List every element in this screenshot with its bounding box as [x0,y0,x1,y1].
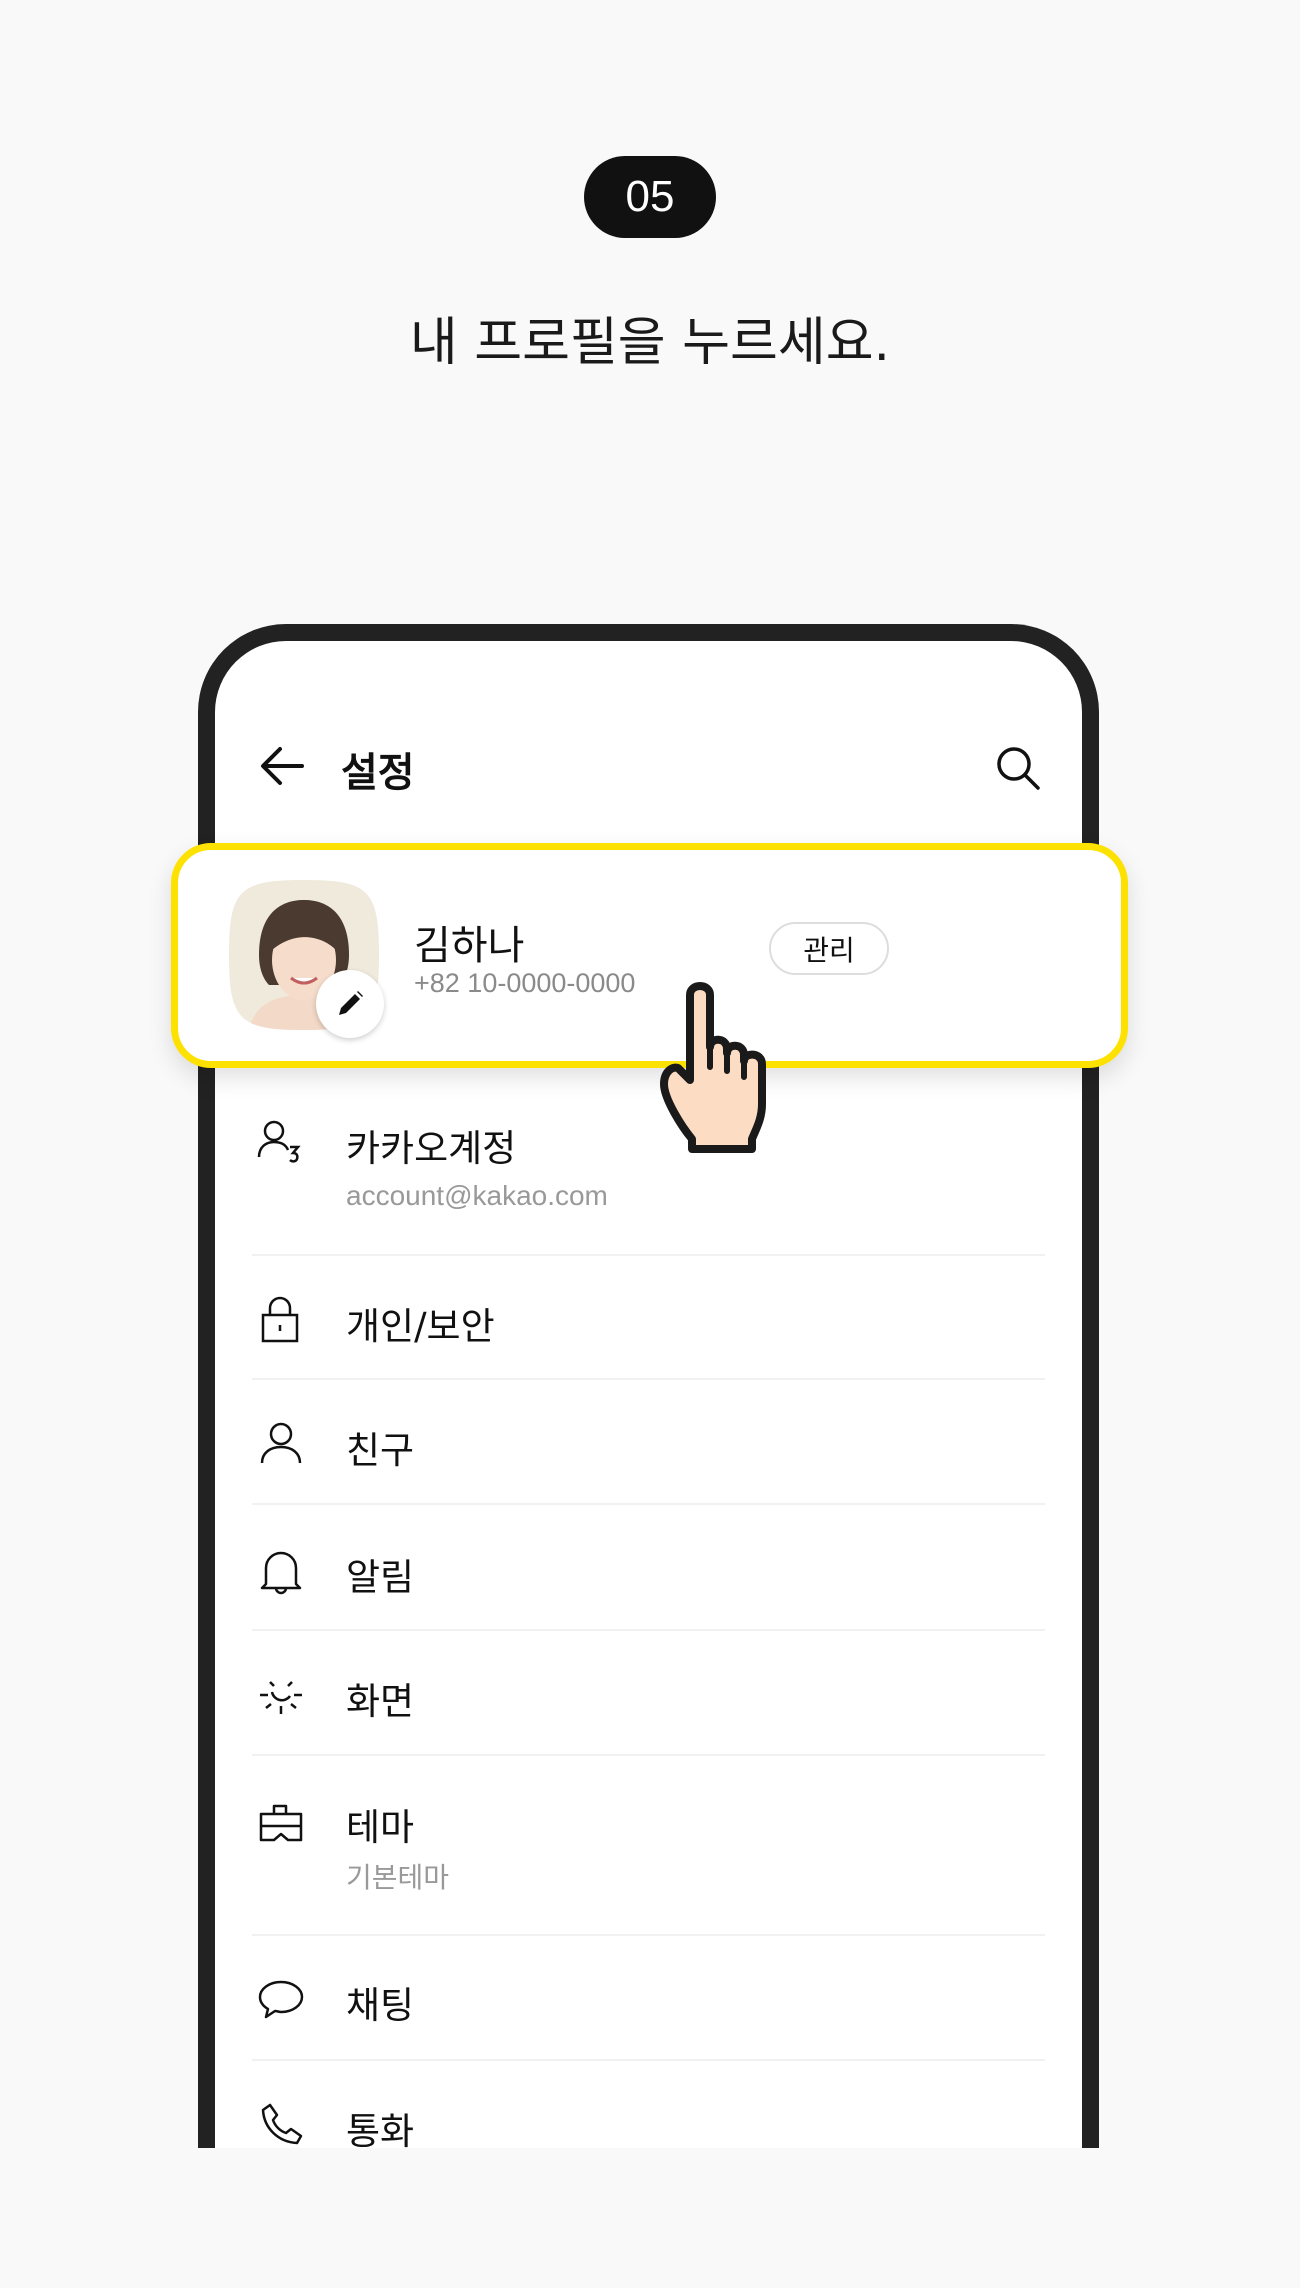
phone-icon [261,2103,303,2145]
divider [252,1503,1045,1505]
page-title: 설정 [341,750,415,796]
theme-value: 기본테마 [346,1862,450,1893]
background-mask [0,2148,1300,2288]
person-icon [260,1422,302,1464]
chat-bubble-icon [258,1980,304,2019]
lock-icon [261,1296,299,1343]
settings-item-display[interactable]: 화면 [346,1671,414,1725]
profile-phone: +82 10-0000-0000 [414,968,636,998]
settings-item-friends[interactable]: 친구 [346,1420,414,1474]
divider [252,1934,1045,1936]
settings-item-notifications[interactable]: 알림 [346,1547,414,1601]
pencil-icon [339,991,363,1015]
sun-icon [260,1681,302,1714]
divider [252,1754,1045,1756]
bell-icon [260,1551,302,1595]
settings-item-chat[interactable]: 채팅 [346,1975,414,2029]
settings-item-privacy[interactable]: 개인/보안 [346,1296,495,1350]
settings-item-call[interactable]: 통화 [346,2101,414,2155]
divider [252,2059,1045,2061]
settings-item-theme[interactable]: 테마 [346,1797,414,1851]
instruction-text: 내 프로필을 누르세요. [409,313,891,373]
divider [252,1254,1045,1256]
divider [252,1629,1045,1631]
search-icon[interactable] [994,744,1042,792]
divider [252,1378,1045,1380]
edit-avatar-button[interactable] [316,970,384,1038]
settings-item-kakao-account[interactable]: 카카오계정 [346,1118,516,1172]
pointing-hand-icon [660,982,766,1153]
step-badge: 05 [584,156,716,238]
account-icon [257,1120,301,1163]
account-email: account@kakao.com [346,1180,608,1211]
manage-button[interactable]: 관리 [769,922,889,975]
arrow-left-icon[interactable] [258,745,306,787]
theme-icon [259,1804,303,1842]
profile-name: 김하나 [414,923,525,969]
